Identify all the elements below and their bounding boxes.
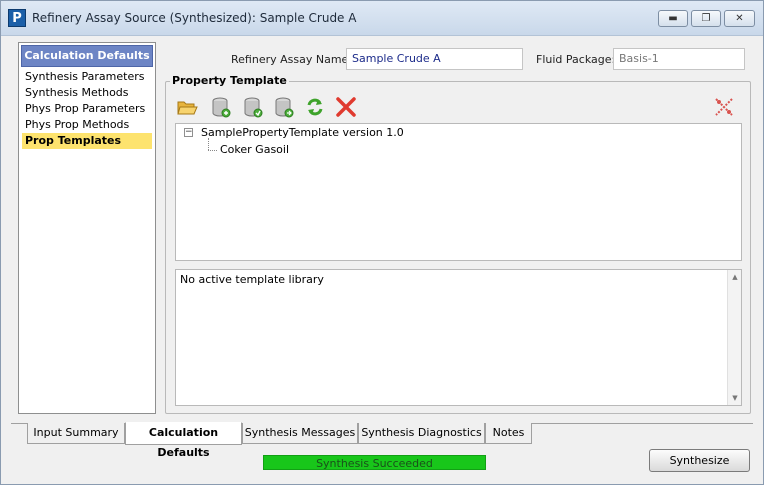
title-bar[interactable]: P Refinery Assay Source (Synthesized): S…: [1, 1, 763, 36]
tree-root-node[interactable]: SamplePropertyTemplate version 1.0: [201, 126, 404, 139]
fluid-package-label: Fluid Package:: [536, 53, 616, 66]
refresh-icon[interactable]: [304, 96, 326, 118]
tab-calculation-defaults[interactable]: Calculation Defaults: [125, 422, 242, 459]
window-title: Refinery Assay Source (Synthesized): Sam…: [32, 11, 357, 25]
property-template-title: Property Template: [170, 74, 289, 87]
message-scrollbar[interactable]: ▲ ▼: [727, 270, 741, 405]
sidebar-item-phys-prop-parameters[interactable]: Phys Prop Parameters: [22, 101, 152, 117]
import-database-icon[interactable]: [242, 96, 264, 118]
synthesize-button[interactable]: Synthesize: [649, 449, 750, 472]
export-database-icon[interactable]: [273, 96, 295, 118]
tree-connector: [208, 138, 209, 150]
sidebar-item-synthesis-methods[interactable]: Synthesis Methods: [22, 85, 152, 101]
sidebar-header: Calculation Defaults: [21, 45, 153, 67]
close-button[interactable]: ✕: [724, 10, 755, 27]
add-database-icon[interactable]: [210, 96, 232, 118]
sidebar-item-synthesis-parameters[interactable]: Synthesis Parameters: [22, 69, 152, 85]
tab-input-summary[interactable]: Input Summary: [27, 423, 125, 444]
tab-synthesis-messages[interactable]: Synthesis Messages: [242, 423, 358, 444]
remove-links-icon[interactable]: [713, 96, 735, 118]
tree-connector: [208, 150, 217, 151]
sidebar-item-prop-templates[interactable]: Prop Templates: [22, 133, 152, 149]
minimize-button[interactable]: ▬: [658, 10, 688, 27]
status-indicator: Synthesis Succeeded: [263, 455, 486, 470]
fluid-package-field[interactable]: Basis-1: [613, 48, 745, 70]
sidebar: Calculation Defaults Synthesis Parameter…: [18, 42, 156, 414]
scroll-down-icon[interactable]: ▼: [728, 391, 742, 405]
template-message-text: No active template library: [180, 273, 324, 286]
sidebar-item-phys-prop-methods[interactable]: Phys Prop Methods: [22, 117, 152, 133]
tree-collapse-icon[interactable]: −: [184, 128, 193, 137]
scroll-up-icon[interactable]: ▲: [728, 270, 742, 284]
tree-child-node[interactable]: Coker Gasoil: [220, 143, 289, 156]
tab-notes[interactable]: Notes: [485, 423, 532, 444]
assay-name-field[interactable]: Sample Crude A: [346, 48, 523, 70]
delete-icon[interactable]: [335, 96, 357, 118]
tab-synthesis-diagnostics[interactable]: Synthesis Diagnostics: [358, 423, 485, 444]
template-message-box[interactable]: [175, 269, 742, 406]
open-folder-icon[interactable]: [176, 96, 198, 118]
assay-name-label: Refinery Assay Name:: [231, 53, 353, 66]
maximize-button[interactable]: ❐: [691, 10, 721, 27]
app-icon: P: [8, 9, 26, 27]
assay-window: P Refinery Assay Source (Synthesized): S…: [0, 0, 764, 485]
